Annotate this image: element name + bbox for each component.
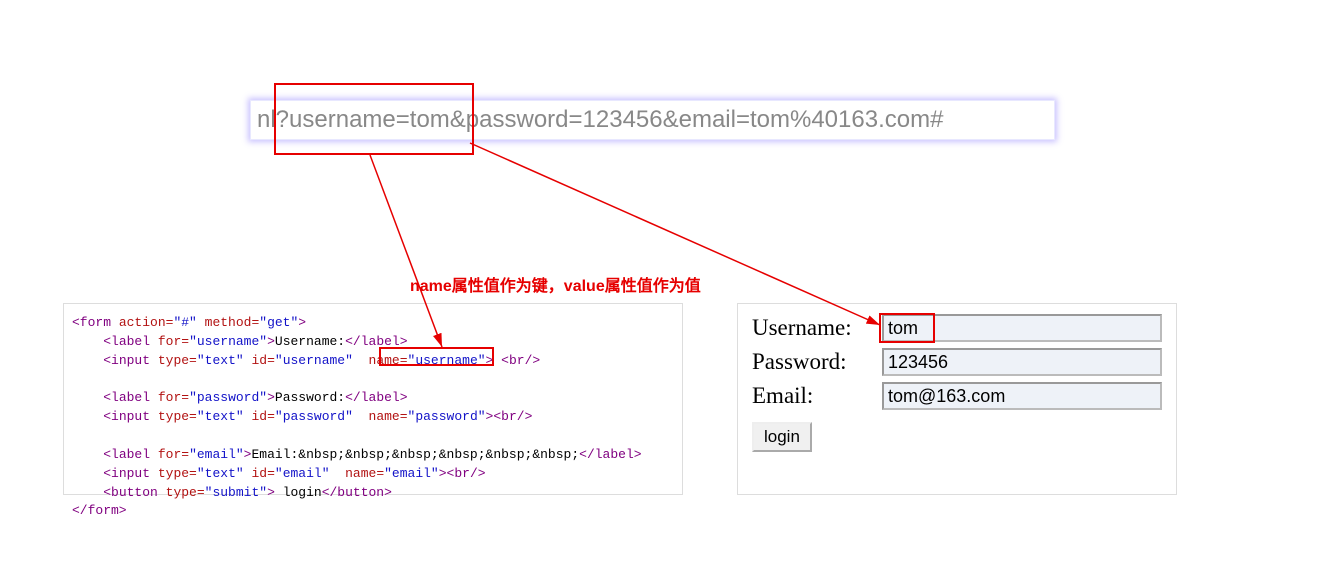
login-button[interactable]: login bbox=[752, 422, 812, 452]
username-label: Username: bbox=[752, 315, 882, 341]
url-bar: nl? username=tom &password=123456&email=… bbox=[250, 100, 1055, 140]
url-text-pre: nl? bbox=[251, 106, 289, 134]
url-text-highlighted: username=tom bbox=[289, 106, 450, 134]
annotation-text: name属性值作为键，value属性值作为值 bbox=[410, 272, 701, 296]
username-input[interactable] bbox=[882, 314, 1162, 342]
email-input[interactable] bbox=[882, 382, 1162, 410]
password-input[interactable] bbox=[882, 348, 1162, 376]
code-panel: <form action="#" method="get"> <label fo… bbox=[63, 303, 683, 495]
form-panel: Username: Password: Email: login bbox=[737, 303, 1177, 495]
password-label: Password: bbox=[752, 349, 882, 375]
email-label: Email: bbox=[752, 383, 882, 409]
url-text-post: &password=123456&email=tom%40163.com# bbox=[450, 106, 944, 134]
